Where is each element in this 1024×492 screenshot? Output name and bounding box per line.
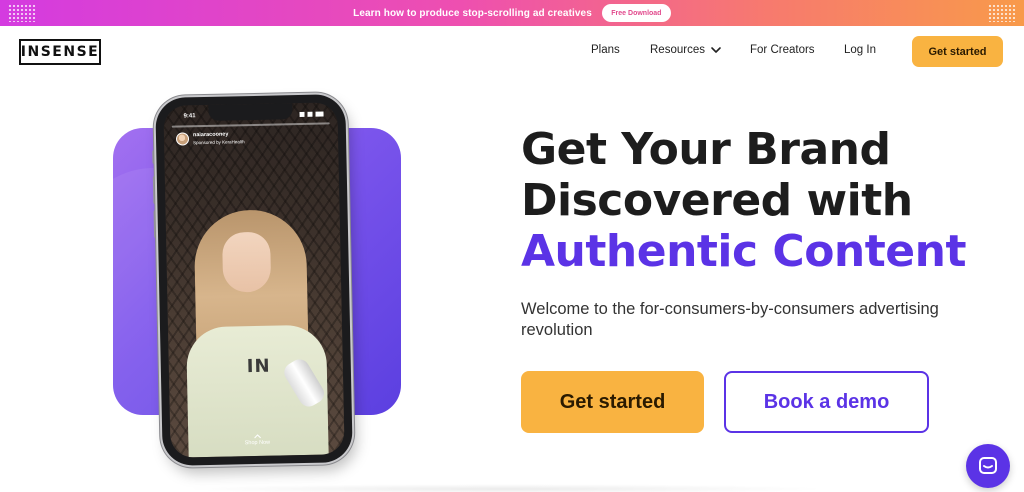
creator-face [222, 231, 272, 293]
status-time: 9:41 [183, 113, 196, 120]
hero-title-line-1: Get Your Brand [521, 124, 891, 175]
get-started-button[interactable]: Get started [521, 371, 704, 433]
status-bar-icons [299, 111, 324, 118]
chevron-up-icon [253, 434, 261, 439]
chevron-down-icon [711, 47, 721, 53]
dots-pattern-icon [8, 4, 36, 22]
section-divider-shadow [180, 484, 830, 492]
phone-screen: 9:41 naiaracooney Sponsored by KeraHealt… [163, 102, 345, 458]
story-username: naiaracooney [192, 131, 229, 139]
insense-logo[interactable]: INSENSE [19, 39, 101, 65]
chat-launcher-button[interactable] [966, 444, 1010, 488]
nav-resources[interactable]: Resources [650, 44, 723, 56]
creator-photo: IN [183, 205, 329, 458]
promo-banner: Learn how to produce stop-scrolling ad c… [0, 0, 1024, 26]
hero-title-accent: Authentic Content [521, 226, 967, 277]
hero-title-line-2: Discovered with [521, 175, 913, 226]
chat-icon [979, 457, 997, 474]
nav-resources-label: Resources [650, 44, 705, 56]
free-download-button[interactable]: Free Download [601, 4, 671, 22]
promo-text: Learn how to produce stop-scrolling ad c… [353, 7, 592, 19]
hero-title: Get Your Brand Discovered with Authentic… [521, 124, 1001, 277]
header-get-started-button[interactable]: Get started [912, 36, 1003, 67]
dots-pattern-icon [988, 4, 1016, 22]
phone-notch [208, 103, 293, 121]
book-demo-button[interactable]: Book a demo [724, 371, 929, 433]
nav-plans[interactable]: Plans [591, 44, 620, 56]
shirt-print: IN [246, 355, 271, 378]
nav-for-creators[interactable]: For Creators [750, 44, 815, 56]
nav-log-in[interactable]: Log In [844, 44, 876, 56]
hero-subtitle: Welcome to the for-consumers-by-consumer… [521, 300, 939, 339]
shop-now-cta: Shop Now [244, 434, 271, 447]
phone-mockup: 9:41 naiaracooney Sponsored by KeraHealt… [152, 94, 353, 466]
shop-now-label: Shop Now [244, 439, 271, 447]
